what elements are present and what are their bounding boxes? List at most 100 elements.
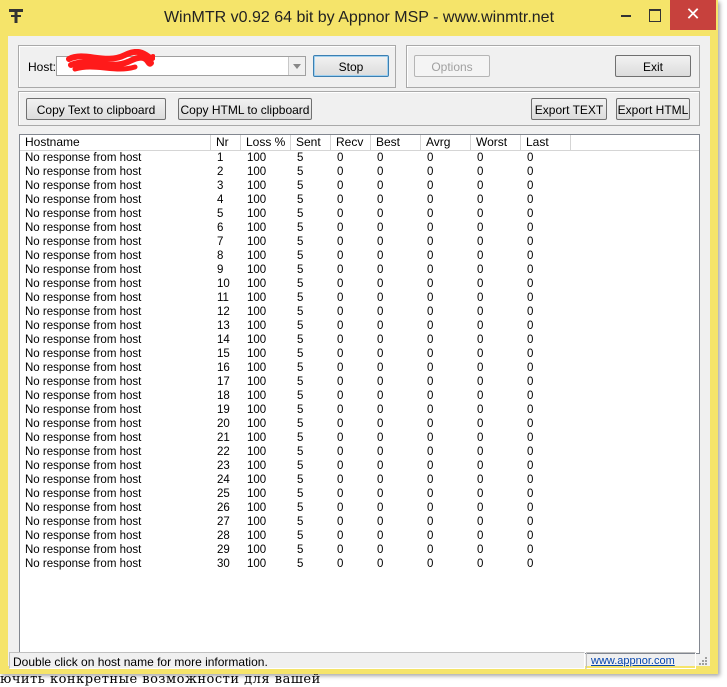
cell-hostname[interactable]: No response from host bbox=[25, 543, 141, 557]
table-row[interactable]: No response from host 6 100 5 0 0 0 0 0 bbox=[20, 221, 699, 235]
table-row[interactable]: No response from host 3 100 5 0 0 0 0 0 bbox=[20, 179, 699, 193]
table-row[interactable]: No response from host 13 100 5 0 0 0 0 0 bbox=[20, 319, 699, 333]
column-header-best[interactable]: Best bbox=[371, 135, 421, 150]
cell-hostname[interactable]: No response from host bbox=[25, 207, 141, 221]
maximize-button[interactable] bbox=[640, 0, 670, 30]
cell-hostname[interactable]: No response from host bbox=[25, 165, 141, 179]
table-row[interactable]: No response from host 24 100 5 0 0 0 0 0 bbox=[20, 473, 699, 487]
table-row[interactable]: No response from host 27 100 5 0 0 0 0 0 bbox=[20, 515, 699, 529]
cell-best: 0 bbox=[377, 516, 384, 528]
table-row[interactable]: No response from host 19 100 5 0 0 0 0 0 bbox=[20, 403, 699, 417]
cell-nr: 20 bbox=[217, 418, 230, 430]
cell-hostname[interactable]: No response from host bbox=[25, 249, 141, 263]
table-row[interactable]: No response from host 20 100 5 0 0 0 0 0 bbox=[20, 417, 699, 431]
cell-worst: 0 bbox=[477, 180, 484, 192]
host-combobox[interactable] bbox=[56, 49, 306, 76]
cell-hostname[interactable]: No response from host bbox=[25, 487, 141, 501]
cell-hostname[interactable]: No response from host bbox=[25, 291, 141, 305]
table-row[interactable]: No response from host 12 100 5 0 0 0 0 0 bbox=[20, 305, 699, 319]
table-row[interactable]: No response from host 29 100 5 0 0 0 0 0 bbox=[20, 543, 699, 557]
cell-hostname[interactable]: No response from host bbox=[25, 403, 141, 417]
cell-loss: 100 bbox=[247, 278, 267, 290]
cell-hostname[interactable]: No response from host bbox=[25, 431, 141, 445]
cell-sent: 5 bbox=[297, 446, 304, 458]
cell-hostname[interactable]: No response from host bbox=[25, 263, 141, 277]
table-row[interactable]: No response from host 17 100 5 0 0 0 0 0 bbox=[20, 375, 699, 389]
table-row[interactable]: No response from host 4 100 5 0 0 0 0 0 bbox=[20, 193, 699, 207]
cell-recv: 0 bbox=[337, 334, 344, 346]
cell-hostname[interactable]: No response from host bbox=[25, 515, 141, 529]
cell-hostname[interactable]: No response from host bbox=[25, 179, 141, 193]
cell-best: 0 bbox=[377, 474, 384, 486]
table-row[interactable]: No response from host 14 100 5 0 0 0 0 0 bbox=[20, 333, 699, 347]
export-html-button[interactable]: Export HTML bbox=[616, 98, 690, 120]
cell-hostname[interactable]: No response from host bbox=[25, 277, 141, 291]
cell-hostname[interactable]: No response from host bbox=[25, 445, 141, 459]
cell-last: 0 bbox=[527, 250, 534, 262]
cell-best: 0 bbox=[377, 292, 384, 304]
cell-hostname[interactable]: No response from host bbox=[25, 389, 141, 403]
table-row[interactable]: No response from host 25 100 5 0 0 0 0 0 bbox=[20, 487, 699, 501]
stop-button[interactable]: Stop bbox=[313, 55, 389, 77]
close-button[interactable]: ✕ bbox=[670, 0, 716, 30]
table-row[interactable]: No response from host 23 100 5 0 0 0 0 0 bbox=[20, 459, 699, 473]
trace-results-list[interactable]: Hostname Nr Loss % Sent Recv Best Avrg W… bbox=[19, 134, 700, 654]
exit-button[interactable]: Exit bbox=[615, 55, 691, 77]
column-header-recv[interactable]: Recv bbox=[331, 135, 371, 150]
cell-worst: 0 bbox=[477, 334, 484, 346]
cell-hostname[interactable]: No response from host bbox=[25, 151, 141, 165]
title-bar[interactable]: WinMTR v0.92 64 bit by Appnor MSP - www.… bbox=[0, 0, 718, 36]
cell-hostname[interactable]: No response from host bbox=[25, 375, 141, 389]
combo-dropdown-button[interactable] bbox=[288, 57, 305, 75]
options-button[interactable]: Options bbox=[414, 55, 490, 77]
table-row[interactable]: No response from host 9 100 5 0 0 0 0 0 bbox=[20, 263, 699, 277]
table-row[interactable]: No response from host 2 100 5 0 0 0 0 0 bbox=[20, 165, 699, 179]
cell-hostname[interactable]: No response from host bbox=[25, 333, 141, 347]
column-header-last[interactable]: Last bbox=[521, 135, 571, 150]
column-header-loss[interactable]: Loss % bbox=[241, 135, 291, 150]
cell-hostname[interactable]: No response from host bbox=[25, 557, 141, 571]
cell-hostname[interactable]: No response from host bbox=[25, 193, 141, 207]
table-row[interactable]: No response from host 28 100 5 0 0 0 0 0 bbox=[20, 529, 699, 543]
table-row[interactable]: No response from host 26 100 5 0 0 0 0 0 bbox=[20, 501, 699, 515]
export-text-button[interactable]: Export TEXT bbox=[531, 98, 607, 120]
table-row[interactable]: No response from host 21 100 5 0 0 0 0 0 bbox=[20, 431, 699, 445]
cell-hostname[interactable]: No response from host bbox=[25, 235, 141, 249]
column-header-hostname[interactable]: Hostname bbox=[20, 135, 211, 150]
column-header-worst[interactable]: Worst bbox=[471, 135, 521, 150]
cell-hostname[interactable]: No response from host bbox=[25, 417, 141, 431]
cell-hostname[interactable]: No response from host bbox=[25, 361, 141, 375]
column-header-nr[interactable]: Nr bbox=[211, 135, 241, 150]
copy-text-button[interactable]: Copy Text to clipboard bbox=[26, 98, 166, 120]
table-row[interactable]: No response from host 1 100 5 0 0 0 0 0 bbox=[20, 151, 699, 165]
cell-hostname[interactable]: No response from host bbox=[25, 473, 141, 487]
copy-html-button[interactable]: Copy HTML to clipboard bbox=[178, 98, 312, 120]
cell-loss: 100 bbox=[247, 432, 267, 444]
table-row[interactable]: No response from host 22 100 5 0 0 0 0 0 bbox=[20, 445, 699, 459]
cell-hostname[interactable]: No response from host bbox=[25, 501, 141, 515]
table-row[interactable]: No response from host 10 100 5 0 0 0 0 0 bbox=[20, 277, 699, 291]
cell-hostname[interactable]: No response from host bbox=[25, 319, 141, 333]
minimize-button[interactable] bbox=[612, 0, 640, 30]
cell-hostname[interactable]: No response from host bbox=[25, 221, 141, 235]
table-row[interactable]: No response from host 5 100 5 0 0 0 0 0 bbox=[20, 207, 699, 221]
resize-grip-icon[interactable] bbox=[698, 656, 708, 666]
table-row[interactable]: No response from host 30 100 5 0 0 0 0 0 bbox=[20, 557, 699, 571]
cell-best: 0 bbox=[377, 432, 384, 444]
cell-hostname[interactable]: No response from host bbox=[25, 529, 141, 543]
table-row[interactable]: No response from host 7 100 5 0 0 0 0 0 bbox=[20, 235, 699, 249]
cell-hostname[interactable]: No response from host bbox=[25, 347, 141, 361]
column-header-sent[interactable]: Sent bbox=[291, 135, 331, 150]
cell-sent: 5 bbox=[297, 166, 304, 178]
table-row[interactable]: No response from host 8 100 5 0 0 0 0 0 bbox=[20, 249, 699, 263]
table-row[interactable]: No response from host 18 100 5 0 0 0 0 0 bbox=[20, 389, 699, 403]
table-row[interactable]: No response from host 11 100 5 0 0 0 0 0 bbox=[20, 291, 699, 305]
table-row[interactable]: No response from host 16 100 5 0 0 0 0 0 bbox=[20, 361, 699, 375]
cell-nr: 26 bbox=[217, 502, 230, 514]
appnor-link[interactable]: www.appnor.com bbox=[591, 655, 675, 667]
table-row[interactable]: No response from host 15 100 5 0 0 0 0 0 bbox=[20, 347, 699, 361]
cell-nr: 25 bbox=[217, 488, 230, 500]
cell-hostname[interactable]: No response from host bbox=[25, 459, 141, 473]
cell-hostname[interactable]: No response from host bbox=[25, 305, 141, 319]
column-header-avrg[interactable]: Avrg bbox=[421, 135, 471, 150]
